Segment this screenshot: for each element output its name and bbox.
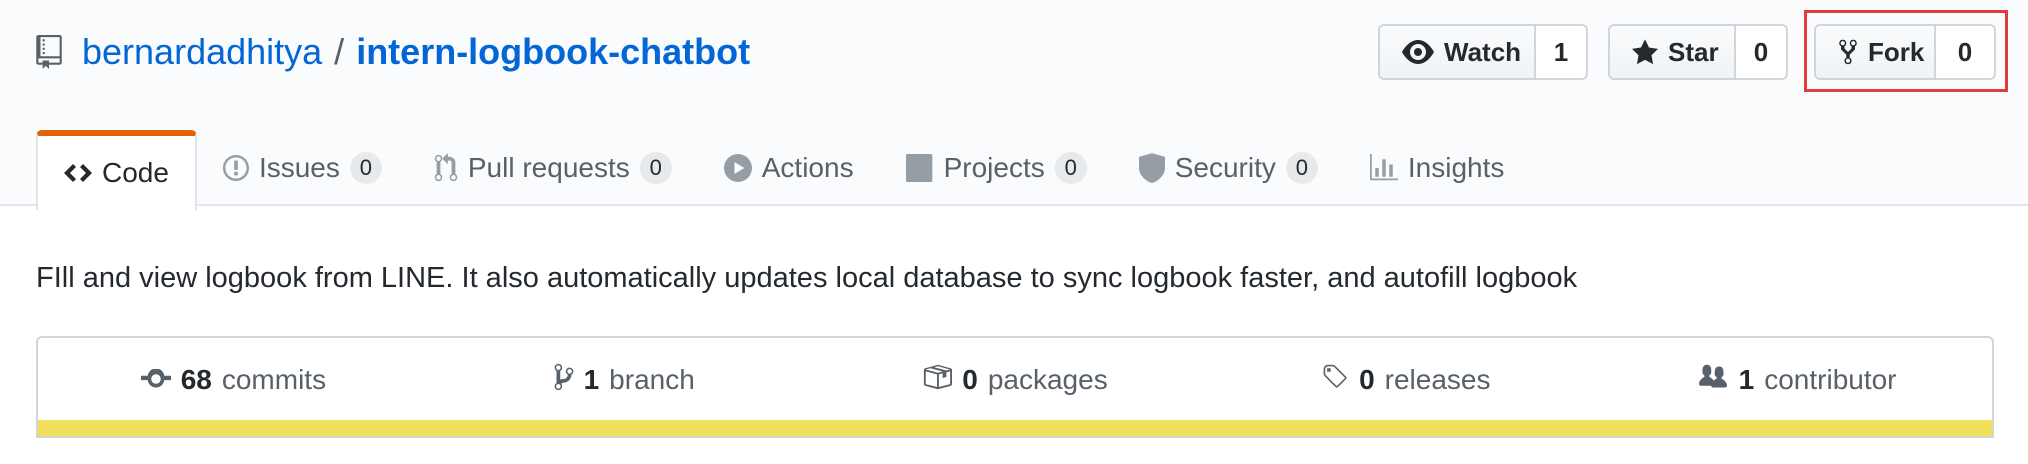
tab-counter: 0	[1054, 152, 1087, 184]
git-branch-icon	[554, 362, 574, 399]
tab-label: Security	[1174, 152, 1276, 183]
issue-opened-icon	[222, 155, 249, 181]
tab-label: Actions	[761, 152, 854, 183]
tab-code[interactable]: Code	[36, 130, 197, 210]
repo-header: bernardadhitya / intern-logbook-chatbot …	[0, 0, 2028, 210]
star-label: Star	[1668, 36, 1719, 67]
graph-icon	[1369, 154, 1398, 182]
tab-actions[interactable]: Actions	[698, 128, 880, 208]
watch-label: Watch	[1444, 36, 1522, 67]
contributors-link[interactable]: 1 contributor	[1601, 363, 1992, 398]
repo-nav-tabs: Code Issues 0 Pull requests 0 Actions Pr…	[36, 128, 1531, 210]
packages-label: packages	[987, 364, 1108, 395]
packages-count: 0	[962, 364, 978, 395]
commits-link[interactable]: 68 commits	[38, 364, 429, 396]
commits-label: commits	[221, 364, 327, 395]
watch-count[interactable]: 1	[1536, 24, 1588, 80]
branches-label: branch	[609, 364, 695, 395]
contributors-count: 1	[1738, 364, 1755, 395]
numbers-summary: 68 commits 1 branch 0 packages 0 release…	[36, 336, 1994, 438]
tab-label: Projects	[943, 152, 1045, 183]
repo-description: FIll and view logbook from LINE. It also…	[36, 262, 1578, 294]
branches-link[interactable]: 1 branch	[429, 362, 820, 399]
tab-label: Issues	[258, 152, 340, 183]
tab-label: Pull requests	[467, 152, 630, 183]
project-icon	[905, 154, 934, 182]
package-icon	[922, 362, 953, 399]
commits-count: 68	[180, 364, 212, 395]
git-pull-request-icon	[434, 153, 458, 183]
star-button-group: Star 0	[1608, 24, 1788, 80]
shield-icon	[1138, 153, 1165, 183]
repo-name-link[interactable]: intern-logbook-chatbot	[356, 31, 750, 73]
branches-count: 1	[583, 364, 600, 395]
people-icon	[1697, 363, 1729, 398]
language-bar[interactable]	[38, 420, 1992, 436]
history-icon	[140, 364, 171, 396]
repo-icon	[36, 35, 62, 69]
play-icon	[723, 154, 752, 182]
repo-owner-link[interactable]: bernardadhitya	[82, 31, 322, 73]
tab-pull-requests[interactable]: Pull requests 0	[408, 128, 698, 208]
watch-button-group: Watch 1	[1378, 24, 1588, 80]
star-icon	[1632, 39, 1658, 65]
fork-highlight-box	[1804, 10, 2008, 92]
tab-security[interactable]: Security 0	[1113, 128, 1344, 208]
tab-counter: 0	[639, 152, 672, 184]
tab-projects[interactable]: Projects 0	[880, 128, 1113, 208]
tab-counter: 0	[349, 152, 382, 184]
releases-count: 0	[1359, 364, 1375, 395]
packages-link[interactable]: 0 packages	[820, 362, 1211, 399]
tab-insights[interactable]: Insights	[1344, 128, 1531, 208]
tab-label: Code	[102, 157, 169, 188]
path-separator: /	[334, 31, 345, 72]
tab-label: Insights	[1407, 152, 1505, 183]
star-count[interactable]: 0	[1736, 24, 1788, 80]
code-icon	[64, 162, 92, 184]
contributors-label: contributor	[1764, 364, 1897, 395]
tag-icon	[1321, 363, 1349, 398]
releases-link[interactable]: 0 releases	[1210, 363, 1601, 398]
releases-label: releases	[1384, 364, 1491, 395]
repo-title: bernardadhitya / intern-logbook-chatbot	[36, 28, 750, 76]
tab-issues[interactable]: Issues 0	[197, 128, 408, 208]
eye-icon	[1402, 39, 1434, 65]
star-button[interactable]: Star	[1608, 24, 1736, 80]
tab-counter: 0	[1285, 152, 1318, 184]
watch-button[interactable]: Watch	[1378, 24, 1536, 80]
